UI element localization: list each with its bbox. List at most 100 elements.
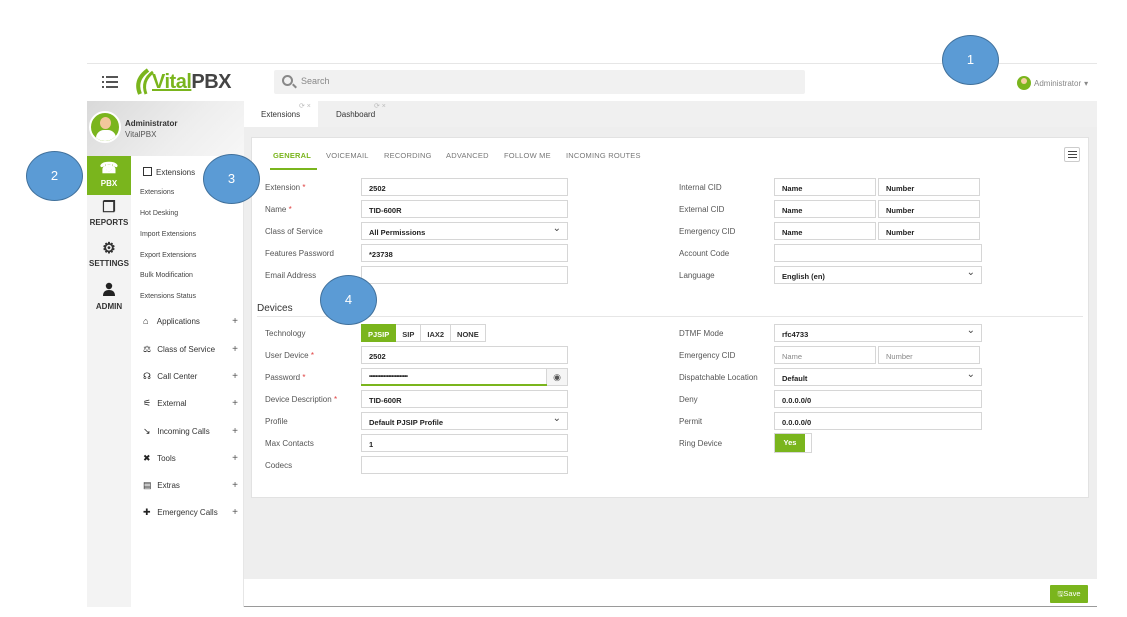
device-emergency-cid-number-field[interactable]: Number bbox=[878, 346, 980, 364]
submenu-link-extensions-status[interactable]: Extensions Status bbox=[140, 293, 196, 300]
chevron-down-icon: ▾ bbox=[1084, 78, 1089, 88]
dispatchable-location-label: Dispatchable Location bbox=[679, 373, 758, 382]
tab-recording[interactable]: RECORDING bbox=[384, 151, 432, 160]
submenu-link-import-extensions[interactable]: Import Extensions bbox=[140, 231, 196, 238]
reload-close-icon[interactable]: ⟳ × bbox=[299, 102, 311, 110]
submenu-group-emergency-calls[interactable]: ✚ Emergency Calls + bbox=[143, 507, 238, 518]
max-contacts-field[interactable]: 1 bbox=[361, 434, 568, 452]
tab-dashboard[interactable]: Dashboard ⟳ × bbox=[318, 101, 398, 127]
technology-option-sip[interactable]: SIP bbox=[396, 324, 422, 342]
submenu-link-hot-desking[interactable]: Hot Desking bbox=[140, 210, 178, 217]
name-field[interactable]: TID-600R bbox=[361, 200, 568, 218]
sidebar-item-pbx[interactable]: ☎ PBX bbox=[87, 156, 131, 195]
external-cid-name-field[interactable]: Name bbox=[774, 200, 876, 218]
callout-badge: 4 bbox=[320, 275, 377, 325]
expand-icon[interactable]: + bbox=[232, 398, 238, 409]
user-menu[interactable]: Administrator ▾ bbox=[1017, 74, 1088, 92]
submenu-group-incoming-calls[interactable]: ↘ Incoming Calls + bbox=[143, 426, 238, 437]
headset-icon: ☊ bbox=[143, 371, 151, 381]
device-emergency-cid-name-field[interactable]: Name bbox=[774, 346, 876, 364]
max-contacts-label: Max Contacts bbox=[265, 439, 314, 448]
devices-section-title: Devices bbox=[257, 303, 293, 314]
tab-extensions[interactable]: Extensions ⟳ × bbox=[244, 101, 318, 127]
expand-icon[interactable]: + bbox=[232, 426, 238, 437]
dtmf-mode-select[interactable]: rfc4733 bbox=[774, 324, 982, 342]
emergency-cid-number-field[interactable]: Number bbox=[878, 222, 980, 240]
toggle-on-label: Yes bbox=[775, 434, 805, 452]
device-emergency-cid-label: Emergency CID bbox=[679, 351, 736, 360]
callout-badge: 2 bbox=[26, 151, 83, 201]
device-description-field[interactable]: TID-600R bbox=[361, 390, 568, 408]
profile-select[interactable]: Default PJSIP Profile bbox=[361, 412, 568, 430]
tab-follow-me[interactable]: FOLLOW ME bbox=[504, 151, 551, 160]
technology-selector: PJSIP SIP IAX2 NONE bbox=[361, 324, 486, 342]
internal-cid-name-field[interactable]: Name bbox=[774, 178, 876, 196]
form-tabs: GENERAL VOICEMAIL RECORDING ADVANCED FOL… bbox=[262, 138, 1082, 170]
gears-icon: ⚙ bbox=[102, 240, 116, 257]
hamburger-menu-icon[interactable] bbox=[102, 75, 118, 89]
search-input[interactable]: Search bbox=[301, 76, 330, 86]
sidebar-item-reports[interactable]: ❐ REPORTS bbox=[87, 200, 131, 236]
technology-label: Technology bbox=[265, 329, 306, 338]
device-description-label: Device Description * bbox=[265, 395, 338, 404]
avatar bbox=[1017, 76, 1031, 90]
dispatchable-location-select[interactable]: Default bbox=[774, 368, 982, 386]
page-tabs: Extensions ⟳ × Dashboard ⟳ × bbox=[244, 101, 1097, 127]
submenu-group-call-center[interactable]: ☊ Call Center + bbox=[143, 371, 238, 382]
technology-option-iax2[interactable]: IAX2 bbox=[421, 324, 452, 342]
logo-text: VitalPBX bbox=[152, 71, 231, 93]
internal-cid-label: Internal CID bbox=[679, 183, 722, 192]
tab-voicemail[interactable]: VOICEMAIL bbox=[326, 151, 369, 160]
technology-option-none[interactable]: NONE bbox=[451, 324, 486, 342]
technology-option-pjsip[interactable]: PJSIP bbox=[361, 324, 397, 342]
submenu-group-tools[interactable]: ✖ Tools + bbox=[143, 453, 238, 464]
list-view-button[interactable] bbox=[1064, 147, 1080, 162]
tools-icon: ✖ bbox=[143, 453, 151, 463]
submenu-link-extensions[interactable]: Extensions bbox=[140, 189, 174, 196]
sidebar-item-settings[interactable]: ⚙ SETTINGS bbox=[87, 241, 131, 277]
expand-icon[interactable]: + bbox=[232, 316, 238, 327]
expand-icon[interactable]: + bbox=[232, 371, 238, 382]
internal-cid-number-field[interactable]: Number bbox=[878, 178, 980, 196]
phone-icon: ☎ bbox=[99, 160, 119, 177]
sidebar-item-admin[interactable]: ADMIN bbox=[87, 282, 131, 318]
sidebar-item-label: SETTINGS bbox=[88, 259, 129, 268]
submenu-group-extras[interactable]: ▤ Extras + bbox=[143, 480, 238, 491]
submenu-link-export-extensions[interactable]: Export Extensions bbox=[140, 252, 196, 259]
features-password-field[interactable]: *23738 bbox=[361, 244, 568, 262]
expand-icon[interactable]: + bbox=[232, 453, 238, 464]
save-button[interactable]: 🖫Save bbox=[1050, 585, 1088, 603]
language-select[interactable]: English (en) bbox=[774, 266, 982, 284]
tab-advanced[interactable]: ADVANCED bbox=[446, 151, 489, 160]
emergency-icon: ✚ bbox=[143, 507, 151, 517]
profile-name: Administrator bbox=[125, 119, 178, 128]
class-of-service-icon: ⚖ bbox=[143, 344, 152, 354]
submenu-group-applications[interactable]: ⌂ Applications + bbox=[143, 316, 238, 327]
deny-field[interactable]: 0.0.0.0/0 bbox=[774, 390, 982, 408]
external-cid-number-field[interactable]: Number bbox=[878, 200, 980, 218]
password-label: Password * bbox=[265, 373, 306, 382]
account-code-field[interactable] bbox=[774, 244, 982, 262]
tab-incoming-routes[interactable]: INCOMING ROUTES bbox=[566, 151, 641, 160]
permit-field[interactable]: 0.0.0.0/0 bbox=[774, 412, 982, 430]
vitalpbx-logo[interactable]: VitalPBX bbox=[132, 68, 231, 96]
active-tab-indicator bbox=[270, 168, 317, 170]
search-bar[interactable]: Search bbox=[274, 70, 805, 94]
emergency-cid-name-field[interactable]: Name bbox=[774, 222, 876, 240]
class-of-service-select[interactable]: All Permissions bbox=[361, 222, 568, 240]
antenna-icon: ⚟ bbox=[143, 398, 152, 408]
reload-close-icon[interactable]: ⟳ × bbox=[374, 102, 386, 110]
codecs-field[interactable] bbox=[361, 456, 568, 474]
ring-device-toggle[interactable]: Yes bbox=[774, 433, 812, 453]
submenu-group-class-of-service[interactable]: ⚖ Class of Service + bbox=[143, 344, 238, 355]
submenu-group-external[interactable]: ⚟ External + bbox=[143, 398, 238, 409]
expand-icon[interactable]: + bbox=[232, 480, 238, 491]
tab-general[interactable]: GENERAL bbox=[273, 151, 311, 160]
expand-icon[interactable]: + bbox=[232, 507, 238, 518]
extension-field[interactable]: 2502 bbox=[361, 178, 568, 196]
user-device-field[interactable]: 2502 bbox=[361, 346, 568, 364]
email-field[interactable] bbox=[361, 266, 568, 284]
show-password-icon[interactable]: ◉ bbox=[546, 368, 568, 386]
expand-icon[interactable]: + bbox=[232, 344, 238, 355]
submenu-link-bulk-modification[interactable]: Bulk Modification bbox=[140, 272, 193, 279]
